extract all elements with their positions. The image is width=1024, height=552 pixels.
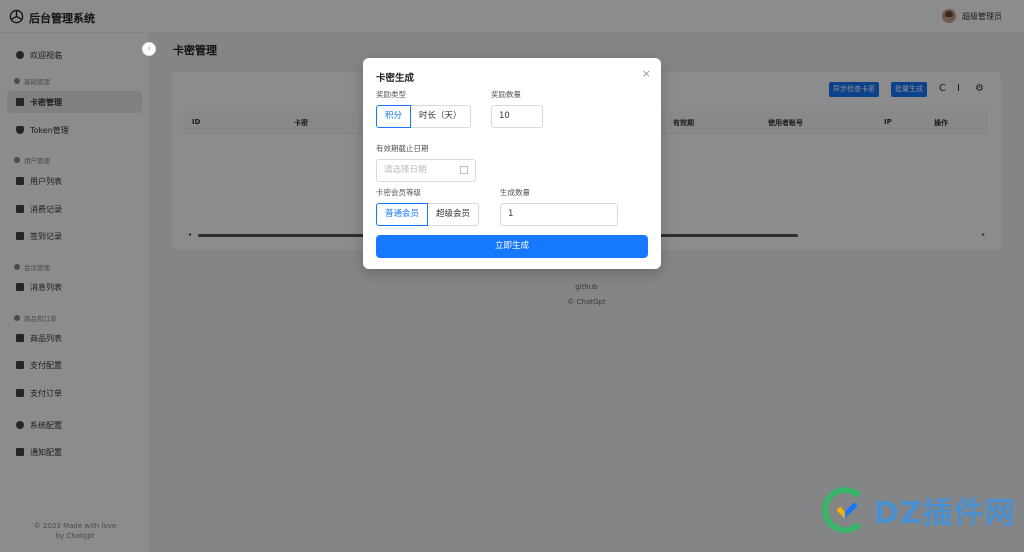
modal-title: 卡密生成 [376,73,415,84]
reward-type-segment: 积分 时长（天） [376,105,471,128]
level-normal-option[interactable]: 普通会员 [376,203,429,226]
generate-count-label: 生成数量 [500,188,530,197]
level-super-option[interactable]: 超级会员 [428,203,480,226]
date-placeholder: 请选择日期 [384,165,427,175]
expire-date-label: 有效期截止日期 [376,144,429,153]
member-level-segment: 普通会员 超级会员 [376,203,480,226]
reward-amount-input[interactable]: 10 [491,105,543,128]
collapse-sidebar-icon[interactable]: ‹ [142,42,156,56]
close-icon[interactable]: × [642,67,651,80]
reward-amount-label: 奖励数量 [491,90,521,99]
reward-type-label: 奖励类型 [376,90,406,99]
expire-date-picker[interactable]: 请选择日期 [376,159,476,182]
calendar-icon [460,166,468,174]
watermark-logo-icon [822,487,868,533]
reward-type-points-option[interactable]: 积分 [376,105,412,128]
card-generate-modal: 卡密生成 × 奖励类型 积分 时长（天） 奖励数量 10 有效期截止日期 请选择… [363,58,661,269]
reward-type-duration-option[interactable]: 时长（天） [411,105,471,128]
watermark-text: DZ插件网 [874,496,1016,531]
generate-count-input[interactable]: 1 [500,203,618,226]
member-level-label: 卡密会员等级 [376,188,421,197]
watermark: DZ插件网 [822,487,1016,533]
generate-now-button[interactable]: 立即生成 [376,235,648,258]
